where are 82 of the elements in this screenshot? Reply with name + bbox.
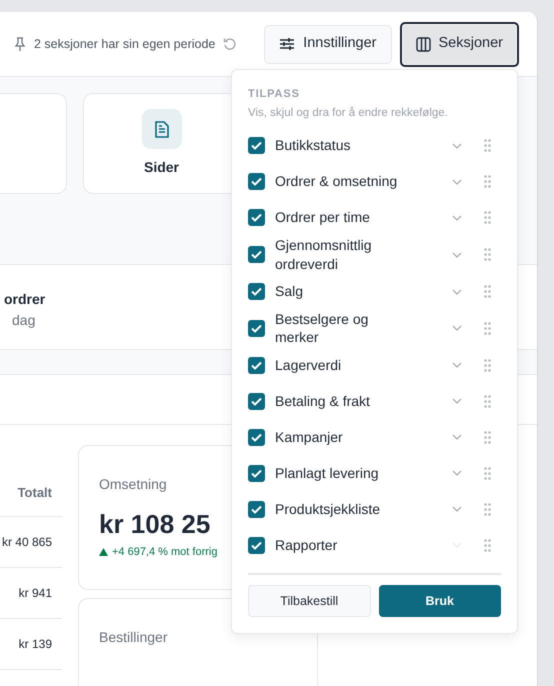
section-label: Salg (275, 282, 304, 301)
checkbox[interactable] (248, 173, 265, 190)
settings-button[interactable]: Innstillinger (264, 24, 392, 64)
dropdown-hint: Vis, skjul og dra for å endre rekkefølge. (248, 106, 449, 120)
checkmark-icon (251, 287, 262, 296)
checkbox[interactable] (248, 137, 265, 154)
metric-label: Bestillinger (99, 628, 168, 647)
checkmark-icon (251, 324, 262, 333)
checkbox[interactable] (248, 320, 265, 337)
summary-subtitle: dag (11, 311, 36, 330)
chevron-icon[interactable] (452, 252, 462, 258)
change-text: +4 697,4 % mot forrig (112, 545, 218, 560)
summary-title: ordrer (4, 290, 46, 309)
checkmark-icon (251, 540, 262, 550)
chevron-icon[interactable] (452, 506, 462, 512)
checkbox[interactable] (248, 428, 265, 446)
chevron-icon[interactable] (452, 178, 462, 185)
metric-value: kr 108 25 (99, 508, 210, 541)
columns-icon (416, 36, 431, 52)
checkmark-icon (251, 468, 262, 478)
section-label: Planlagt levering (275, 464, 380, 483)
section-label: Bestselgere og merker (275, 310, 370, 348)
drag-handle-icon[interactable] (484, 285, 491, 298)
chevron-icon[interactable] (452, 325, 462, 332)
checkbox[interactable] (248, 464, 265, 482)
up-triangle-icon (99, 548, 108, 556)
chevron-icon[interactable] (452, 434, 462, 440)
checkbox[interactable] (248, 246, 265, 264)
drag-handle-icon[interactable] (484, 394, 491, 408)
section-label: Ordrer per time (275, 208, 371, 228)
period-note: 2 seksjoner har sin egen periode (34, 36, 216, 53)
drag-handle-icon[interactable] (484, 466, 491, 480)
section-label: Produktsjekkliste (275, 500, 382, 519)
chevron-icon[interactable] (452, 288, 462, 295)
chevron-icon[interactable] (452, 214, 462, 221)
dropdown-heading: TILPASS (248, 87, 301, 102)
chevron-icon[interactable] (452, 142, 462, 149)
checkmark-icon (251, 141, 262, 150)
checkmark-icon (251, 177, 262, 186)
checkbox[interactable] (248, 500, 265, 518)
checkbox[interactable] (248, 536, 265, 554)
drag-handle-icon[interactable] (484, 211, 491, 224)
section-label: Rapporter (275, 536, 338, 555)
chevron-icon[interactable] (452, 470, 462, 476)
checkmark-icon (251, 504, 262, 514)
table-cell: kr 40 865 (0, 517, 62, 568)
checkbox[interactable] (248, 392, 265, 410)
sliders-icon (279, 37, 296, 51)
checkmark-icon (251, 213, 262, 222)
section-label: Gjennomsnittlig ordreverdi (275, 236, 372, 274)
section-label: Kampanjer (275, 428, 344, 447)
checkmark-icon (251, 432, 262, 442)
drag-handle-icon[interactable] (484, 139, 491, 152)
drag-handle-icon[interactable] (484, 322, 491, 335)
chevron-icon[interactable] (452, 362, 462, 368)
drag-handle-icon[interactable] (484, 175, 491, 188)
checkbox[interactable] (248, 283, 265, 300)
table-cell: kr 139 (0, 619, 62, 670)
checkbox[interactable] (248, 209, 265, 226)
checkbox[interactable] (248, 356, 265, 374)
column-header: Totalt (0, 445, 62, 517)
apply-button[interactable]: Bruk (378, 585, 501, 618)
pin-icon (14, 37, 26, 51)
section-label: Ordrer & omsetning (275, 172, 398, 192)
checkmark-icon (251, 250, 262, 260)
drag-handle-icon[interactable] (484, 538, 491, 552)
reset-icon (223, 37, 238, 51)
section-label: Lagerverdi (275, 356, 342, 375)
section-label: Butikkstatus (275, 136, 352, 156)
section-label: Betaling & frakt (275, 392, 371, 411)
card-label: Sider (144, 158, 179, 177)
checkmark-icon (251, 360, 262, 370)
reset-button[interactable]: Tilbakestill (248, 585, 370, 618)
chevron-icon[interactable] (452, 398, 462, 404)
checkmark-icon (251, 396, 262, 406)
document-icon (154, 120, 168, 138)
table-cell: kr 941 (0, 568, 62, 619)
drag-handle-icon[interactable] (484, 248, 491, 262)
drag-handle-icon[interactable] (484, 430, 491, 444)
drag-handle-icon[interactable] (484, 358, 491, 372)
drag-handle-icon[interactable] (484, 502, 491, 516)
sections-button[interactable]: Seksjoner (400, 22, 519, 66)
